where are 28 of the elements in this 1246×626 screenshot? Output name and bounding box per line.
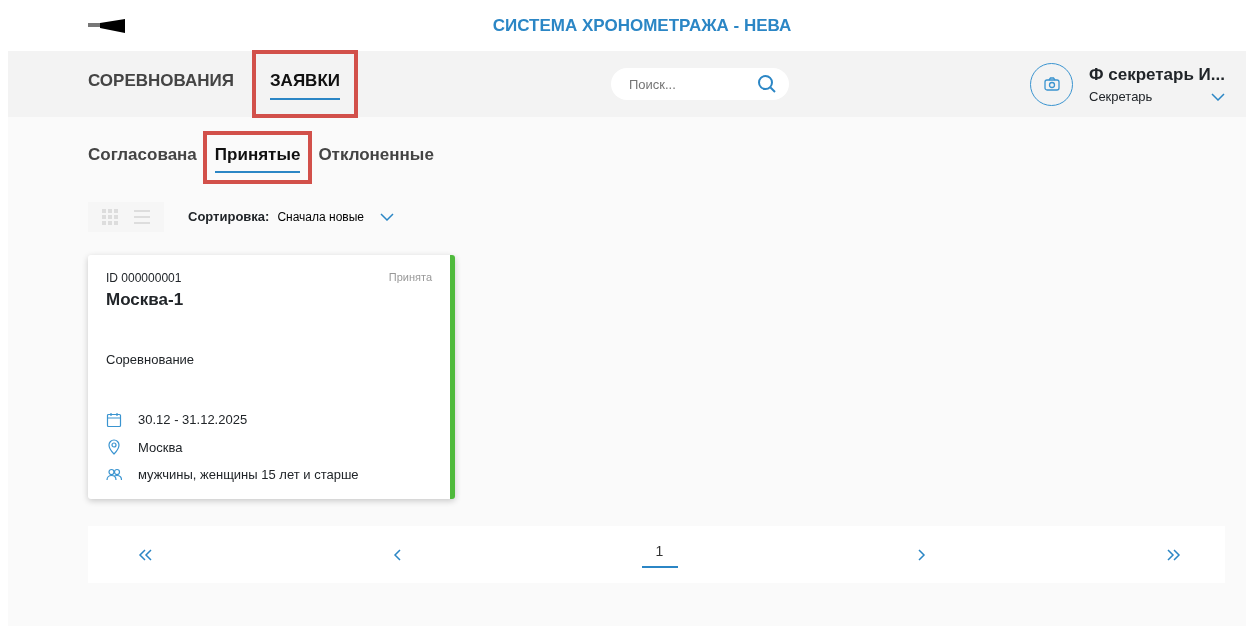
calendar-icon (106, 411, 122, 428)
sort-label: Сортировка: (188, 207, 270, 226)
request-card[interactable]: ID 000000001 Принята Москва-1 Соревнование 30.12 - 31.12.2025 Москва мужчины, женщины 15 лет и старше (88, 254, 455, 499)
sort-dropdown[interactable]: Сначала новые (277, 207, 395, 226)
nav-tab[interactable]: ЗАЯВКИ (269, 62, 340, 106)
nav-tab[interactable]: СОРЕВНОВАНИЯ (88, 62, 234, 106)
card-title: Москва-1 (106, 288, 185, 311)
user-role: Секретарь (1089, 88, 1153, 106)
search-field[interactable]: Поиск... (611, 68, 789, 100)
filter-tab[interactable]: Согласована (88, 138, 197, 177)
chevron-down-icon[interactable] (1211, 92, 1225, 101)
filter-tab[interactable]: Принятые (214, 138, 301, 177)
search-icon[interactable] (757, 74, 777, 94)
card-id: ID 000000001 (106, 269, 182, 287)
status-label: Принята (388, 269, 432, 285)
user-name: Ф секретарь И... (1089, 63, 1225, 86)
app-title: СИСТЕМА ХРОНОМЕТРАЖА - НЕВА (492, 15, 792, 35)
camera-icon (1043, 77, 1060, 91)
people-icon (106, 466, 122, 483)
detail-text: Москва (138, 438, 183, 457)
logo-icon (88, 18, 126, 33)
detail-text: 30.12 - 31.12.2025 (138, 411, 248, 429)
filter-tab[interactable]: Отклоненные (318, 138, 434, 177)
page-number[interactable]: 1 (641, 540, 678, 568)
chevron-down-icon (380, 212, 395, 221)
event-type: Соревнование (106, 351, 196, 369)
detail-text: мужчины, женщины 15 лет и старше (138, 466, 359, 484)
location-pin-icon (106, 439, 122, 456)
